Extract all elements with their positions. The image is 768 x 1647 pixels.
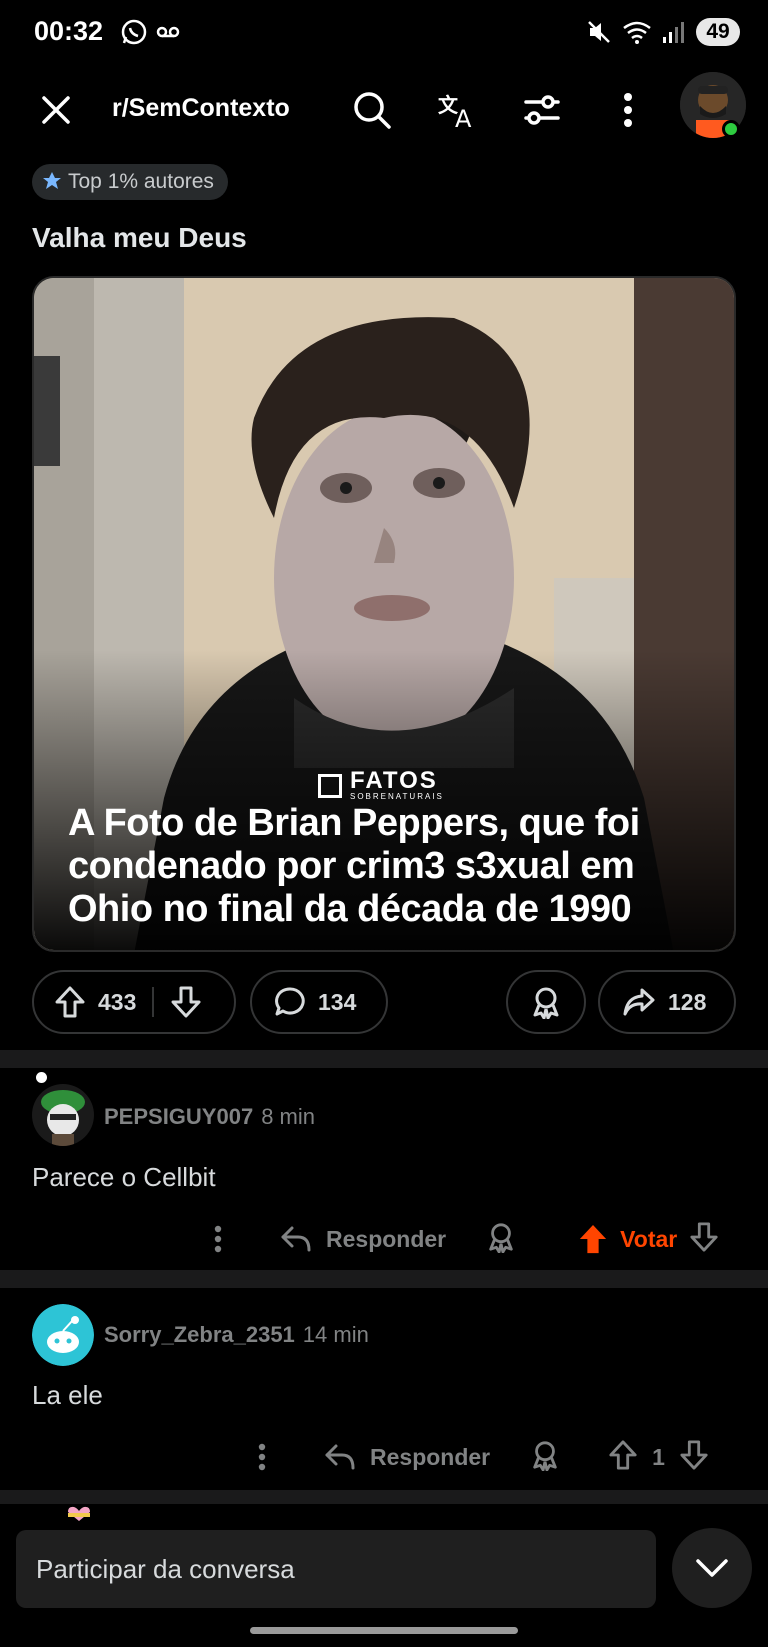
comment-timestamp: 14 min <box>302 1322 369 1347</box>
filter-icon <box>524 95 560 125</box>
reply-icon <box>281 1226 311 1252</box>
mute-icon <box>588 21 610 43</box>
upvote-filled-icon <box>580 1224 607 1254</box>
award-button[interactable] <box>506 970 586 1034</box>
image-caption: A Foto de Brian Peppers, que foi condena… <box>68 802 640 930</box>
reply-button[interactable]: Responder <box>324 1442 490 1472</box>
status-time: 00:32 <box>34 16 104 46</box>
vote-label: Votar <box>620 1225 678 1252</box>
translate-icon: 文A <box>438 93 472 130</box>
watermark-subtext: SOBRENATURAIS <box>350 792 444 801</box>
upvote-button[interactable] <box>54 985 86 1019</box>
voicemail-icon <box>156 26 180 38</box>
flair-text: Top 1% autores <box>68 170 214 193</box>
share-count: 128 <box>668 988 707 1015</box>
downvote-icon <box>680 1439 708 1470</box>
more-options-button[interactable] <box>604 86 652 134</box>
comment-body: La ele <box>32 1380 103 1410</box>
comment-icon <box>275 987 305 1016</box>
wifi-icon <box>623 21 651 44</box>
comment-author[interactable]: PEPSIGUY007 8 min <box>104 1104 315 1130</box>
comment-compose-input[interactable]: Participar da conversa <box>16 1530 656 1608</box>
translate-button[interactable]: 文A <box>434 86 482 134</box>
share-button[interactable]: 128 <box>598 970 736 1034</box>
section-divider <box>0 1490 768 1504</box>
signal-icon <box>663 22 684 43</box>
section-divider <box>0 1270 768 1288</box>
more-vertical-icon <box>214 1225 222 1253</box>
avatar-image <box>32 1084 94 1146</box>
online-status-dot <box>722 120 740 138</box>
downvote-icon <box>171 986 201 1018</box>
achievement-icon <box>43 172 61 189</box>
award-icon <box>533 987 559 1019</box>
comment-more-button[interactable] <box>244 1443 280 1471</box>
comment-avatar[interactable] <box>32 1304 94 1366</box>
comments-button[interactable]: 134 <box>250 970 388 1034</box>
comment-downvote-button[interactable] <box>689 1221 719 1258</box>
heart-emoji-icon <box>68 1506 90 1521</box>
svg-text:A: A <box>455 105 472 130</box>
watermark-text: FATOS <box>350 767 438 794</box>
award-icon <box>533 1440 557 1471</box>
downvote-button[interactable] <box>170 985 202 1019</box>
comment-award-button[interactable] <box>530 1439 560 1476</box>
vote-divider <box>152 987 155 1017</box>
downvote-icon <box>690 1221 718 1252</box>
search-button[interactable] <box>348 86 396 134</box>
comment-username[interactable]: PEPSIGUY007 <box>104 1104 253 1129</box>
subreddit-name[interactable]: r/SemContexto <box>112 94 290 123</box>
section-divider <box>0 1050 768 1068</box>
post-title[interactable]: Valha meu Deus <box>32 222 247 254</box>
notification-icons <box>120 18 182 46</box>
watermark-logo-icon <box>318 773 342 798</box>
close-button[interactable] <box>32 86 80 134</box>
upvote-icon <box>609 1439 637 1470</box>
reply-button[interactable]: Responder <box>280 1224 446 1254</box>
home-indicator[interactable] <box>250 1627 518 1634</box>
comment-body: Parece o Cellbit <box>32 1162 216 1192</box>
close-icon <box>42 96 70 124</box>
whatsapp-icon <box>121 19 147 45</box>
filter-button[interactable] <box>518 86 566 134</box>
comment-award-button[interactable] <box>486 1221 516 1258</box>
comment-more-button[interactable] <box>200 1225 236 1253</box>
more-vertical-icon <box>258 1443 266 1471</box>
comment-avatar[interactable] <box>32 1084 94 1146</box>
status-bar: 00:32 49 <box>0 0 768 66</box>
comment-actions: Responder 1 <box>244 1432 709 1482</box>
vote-pill: 433 <box>32 970 236 1034</box>
post-actions: 433 134 128 <box>32 970 736 1034</box>
user-flair: Top 1% autores <box>32 164 228 200</box>
comment-upvote-button[interactable]: Votar <box>578 1223 677 1255</box>
more-vertical-icon <box>624 93 632 127</box>
upvote-icon <box>55 986 85 1018</box>
search-icon <box>354 92 391 129</box>
reply-label: Responder <box>326 1225 447 1252</box>
chevron-down-icon <box>696 1559 728 1577</box>
comment-actions: Responder Votar <box>200 1214 719 1264</box>
compose-placeholder: Participar da conversa <box>36 1553 295 1584</box>
comment-upvote-button[interactable] <box>608 1439 638 1476</box>
comment-score: 1 <box>652 1443 665 1470</box>
award-icon <box>489 1222 513 1253</box>
battery-badge: 49 <box>696 18 740 46</box>
top-app-bar: r/SemContexto 文A <box>0 72 768 148</box>
comment-username[interactable]: Sorry_Zebra_2351 <box>104 1322 295 1347</box>
comment-downvote-button[interactable] <box>679 1439 709 1476</box>
reply-label: Responder <box>370 1443 491 1470</box>
image-watermark: FATOS SOBRENATURAIS <box>318 767 444 801</box>
upvote-count: 433 <box>98 988 137 1015</box>
comment-count: 134 <box>318 988 357 1015</box>
collapse-button[interactable] <box>672 1528 752 1608</box>
status-right: 49 <box>586 18 740 46</box>
new-comment-dot <box>36 1072 47 1083</box>
share-icon <box>623 988 655 1016</box>
reply-icon <box>325 1444 355 1470</box>
comment-timestamp: 8 min <box>261 1104 315 1129</box>
comment-author[interactable]: Sorry_Zebra_2351 14 min <box>104 1322 369 1348</box>
snoo-avatar-icon <box>32 1304 94 1366</box>
